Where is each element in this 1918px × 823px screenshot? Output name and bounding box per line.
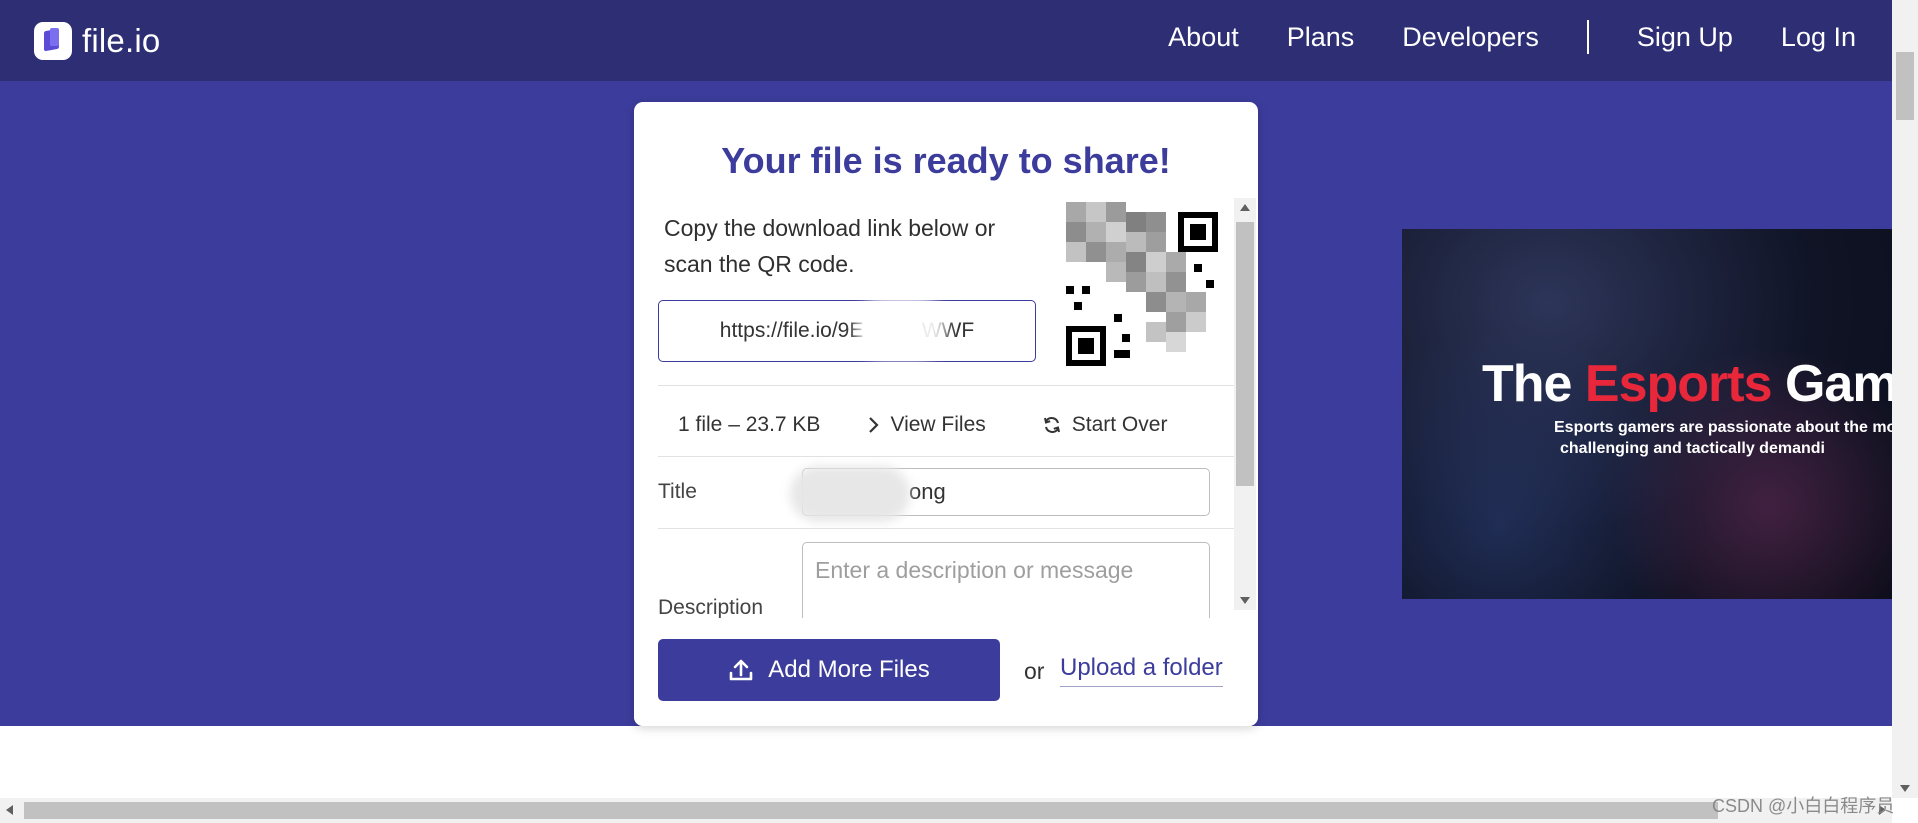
view-files-label: View Files (890, 413, 986, 436)
view-files-button[interactable]: View Files (868, 413, 986, 437)
brand-name: file.io (82, 22, 161, 59)
upload-folder-link[interactable]: Upload a folder (1060, 654, 1223, 687)
card-scrollbar-thumb[interactable] (1236, 222, 1254, 486)
form-divider (658, 528, 1234, 529)
scroll-up-arrow-icon[interactable] (1240, 204, 1250, 211)
scroll-down-arrow-icon[interactable] (1900, 785, 1910, 792)
redaction-blur (790, 466, 910, 522)
main-nav: About Plans Developers Sign Up Log In (1168, 20, 1856, 54)
card-title: Your file is ready to share! (721, 140, 1171, 181)
start-over-label: Start Over (1071, 413, 1168, 436)
nav-plans-link[interactable]: Plans (1287, 22, 1355, 53)
csdn-watermark: CSDN @小白白程序员 (1712, 796, 1895, 816)
page-vertical-scrollbar[interactable] (1892, 0, 1918, 798)
nav-log-in-link[interactable]: Log In (1781, 22, 1856, 53)
top-navbar: file.io About Plans Developers Sign Up L… (0, 0, 1892, 81)
page-vertical-scrollbar-thumb[interactable] (1896, 52, 1914, 120)
share-card: Your file is ready to share! Copy the do… (634, 102, 1258, 726)
brand-logo[interactable]: file.io (34, 22, 160, 60)
add-more-files-button[interactable]: Add More Files (658, 639, 1000, 701)
redaction-blur (856, 296, 946, 360)
info-divider-top (658, 385, 1234, 386)
info-divider-bottom (658, 456, 1234, 457)
ad-subline: Esports gamers are passionate about the … (1554, 419, 1892, 457)
file-info-row: 1 file – 23.7 KB View Files Start Over (658, 390, 1234, 460)
nav-sign-up-link[interactable]: Sign Up (1637, 22, 1733, 53)
ad-headline: The Esports Gam (1482, 355, 1892, 413)
nav-divider (1586, 20, 1589, 54)
file-count-size: 1 file – 23.7 KB (678, 413, 821, 436)
refresh-icon (1043, 417, 1060, 433)
nav-about-link[interactable]: About (1168, 22, 1239, 53)
description-label: Description (658, 596, 764, 619)
add-more-files-label: Add More Files (768, 656, 930, 683)
share-instructions: Copy the download link below or scan the… (664, 215, 996, 277)
page-horizontal-scrollbar[interactable] (0, 798, 1892, 823)
scroll-left-arrow-icon[interactable] (6, 805, 13, 815)
or-separator: or (1024, 658, 1045, 684)
start-over-button[interactable]: Start Over (1042, 413, 1168, 437)
title-label: Title (658, 480, 697, 503)
page-horizontal-scrollbar-thumb[interactable] (24, 802, 1718, 819)
scroll-down-arrow-icon[interactable] (1240, 597, 1250, 604)
card-scrollbar[interactable] (1234, 198, 1256, 610)
page: file.io About Plans Developers Sign Up L… (0, 0, 1918, 823)
ad-banner[interactable]: The Esports Gam Esports gamers are passi… (1402, 229, 1892, 599)
qr-code-icon (1056, 202, 1220, 366)
file-io-logo-icon (34, 22, 72, 60)
qr-code (1056, 202, 1220, 366)
nav-developers-link[interactable]: Developers (1402, 22, 1539, 53)
upload-icon (729, 659, 753, 681)
chevron-right-icon (869, 417, 879, 433)
download-link-input[interactable] (658, 300, 1036, 362)
